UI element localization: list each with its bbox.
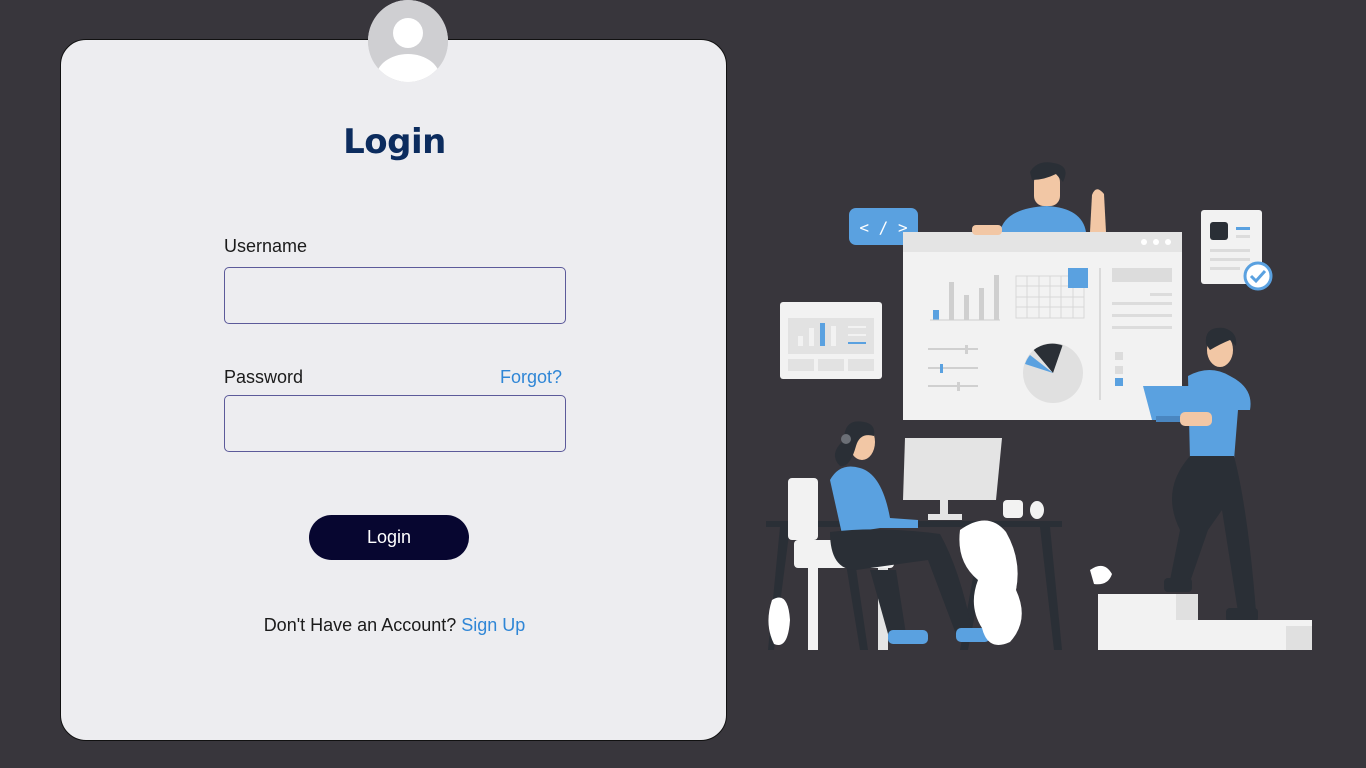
mini-dashboard (780, 302, 882, 379)
team-dashboard-illustration: < / > (766, 162, 1312, 650)
dashboard-board (903, 232, 1182, 420)
user-avatar-icon (368, 0, 448, 82)
login-button[interactable]: Login (309, 515, 469, 560)
forgot-password-link[interactable]: Forgot? (500, 367, 562, 388)
password-input[interactable] (224, 395, 566, 452)
username-input[interactable] (224, 267, 566, 324)
document-check-icon (1201, 210, 1273, 291)
signup-prompt: Don't Have an Account? (263, 615, 457, 635)
page-title: Login (343, 122, 446, 162)
code-tag-text: < / > (859, 218, 907, 237)
signup-link[interactable]: Sign Up (461, 615, 525, 635)
signup-row: Don't Have an Account? Sign Up (61, 615, 728, 636)
login-card: Login Username Password Forgot? Login Do… (60, 39, 727, 741)
password-label: Password (224, 367, 304, 387)
login-page: Login Username Password Forgot? Login Do… (0, 0, 1366, 768)
steps (1098, 594, 1312, 650)
person-waving (972, 162, 1106, 235)
username-label: Username (224, 236, 308, 256)
